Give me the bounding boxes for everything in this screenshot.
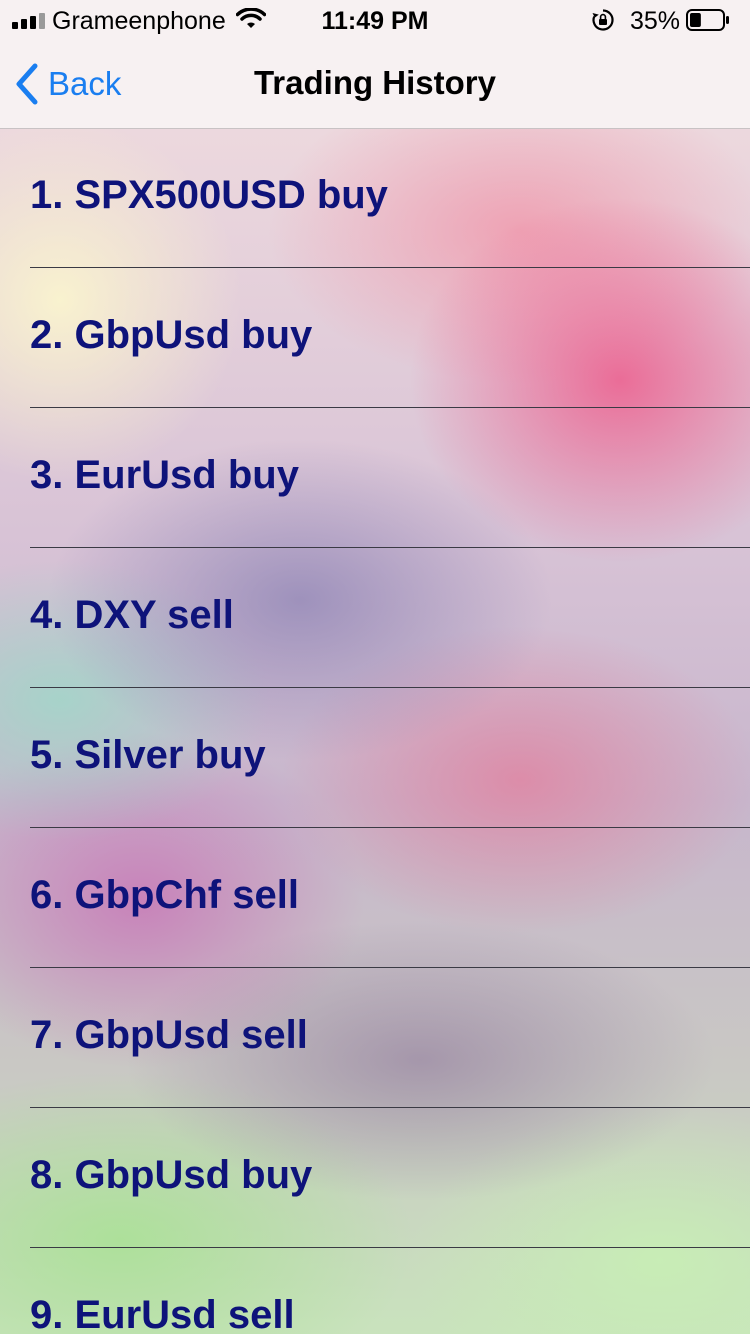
trade-label: 5. Silver buy	[30, 733, 266, 777]
status-bar: Grameenphone 11:49 PM 35%	[0, 0, 750, 40]
trade-label: 8. GbpUsd buy	[30, 1153, 313, 1197]
list-item[interactable]: 7. GbpUsd sell	[30, 968, 750, 1108]
battery-icon	[686, 9, 730, 31]
list-item[interactable]: 8. GbpUsd buy	[30, 1108, 750, 1248]
list-item[interactable]: 2. GbpUsd buy	[30, 268, 750, 408]
trade-label: 3. EurUsd buy	[30, 453, 299, 497]
navigation-bar: Back Trading History	[0, 40, 750, 129]
trade-label: 4. DXY sell	[30, 593, 234, 637]
battery-percent: 35%	[630, 7, 681, 35]
list-item[interactable]: 9. EurUsd sell	[30, 1248, 750, 1334]
trading-history-list: 1. SPX500USD buy 2. GbpUsd buy 3. EurUsd…	[0, 128, 750, 1334]
app-screen: Grameenphone 11:49 PM 35% Back Trading H…	[0, 0, 750, 1334]
list-item[interactable]: 4. DXY sell	[30, 548, 750, 688]
trade-label: 7. GbpUsd sell	[30, 1013, 308, 1057]
orientation-lock-icon	[591, 8, 615, 39]
page-title: Trading History	[253, 64, 497, 101]
list-item[interactable]: 5. Silver buy	[30, 688, 750, 828]
list-item[interactable]: 6. GbpChf sell	[30, 828, 750, 968]
trade-label: 1. SPX500USD buy	[30, 173, 388, 217]
trade-label: 2. GbpUsd buy	[30, 313, 313, 357]
trade-label: 6. GbpChf sell	[30, 873, 299, 917]
trade-label: 9. EurUsd sell	[30, 1293, 295, 1334]
list-item[interactable]: 1. SPX500USD buy	[30, 128, 750, 268]
list-item[interactable]: 3. EurUsd buy	[30, 408, 750, 548]
